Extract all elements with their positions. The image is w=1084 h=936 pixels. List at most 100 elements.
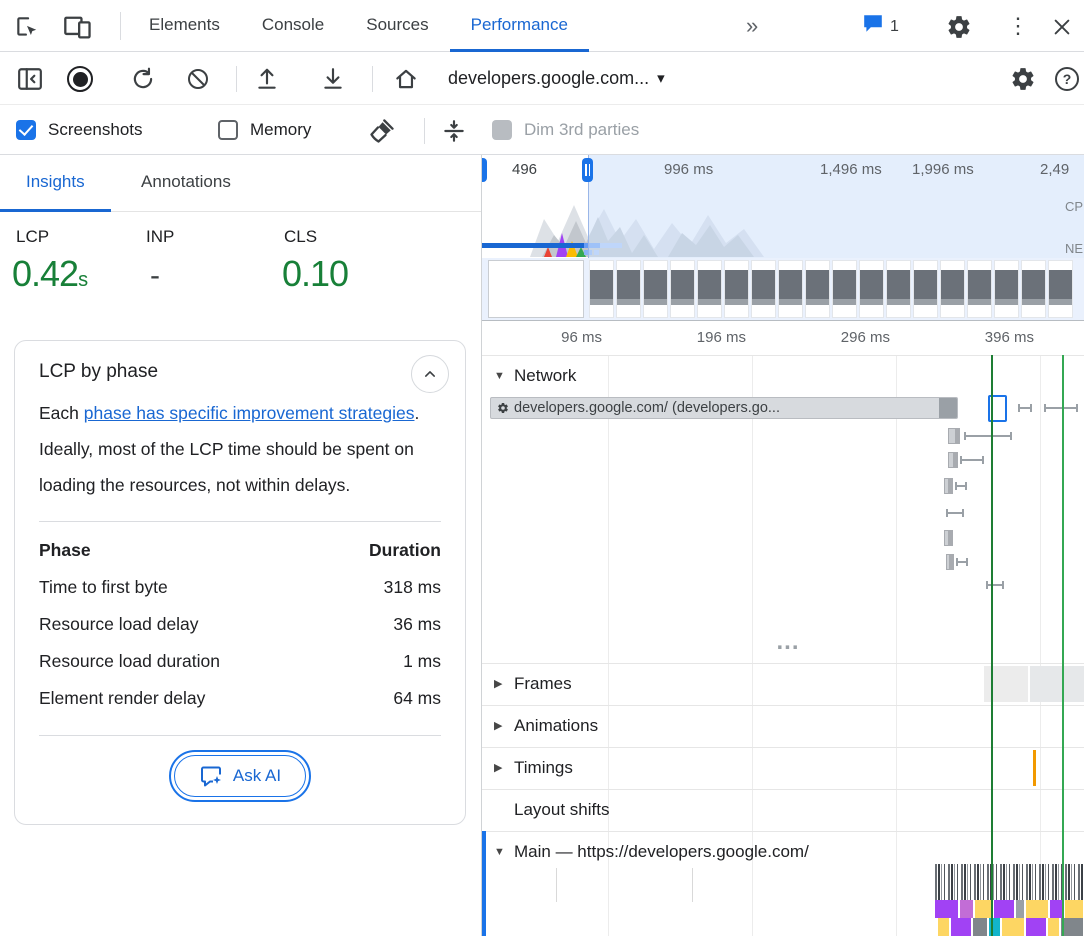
screenshot-thumbnail[interactable] <box>589 260 614 318</box>
tab-annotations[interactable]: Annotations <box>115 155 257 209</box>
frame-block[interactable] <box>1030 666 1084 702</box>
tab-sources[interactable]: Sources <box>345 0 449 52</box>
lcp-by-phase-card: LCP by phase Each phase has specific imp… <box>14 340 466 825</box>
screenshots-label[interactable]: Screenshots <box>48 105 143 155</box>
screenshot-thumbnail[interactable] <box>886 260 911 318</box>
ask-ai-button[interactable]: Ask AI <box>174 755 306 797</box>
metric-cls-value[interactable]: 0.10 <box>282 253 348 295</box>
network-request-bar[interactable]: developers.google.com/ (developers.go... <box>490 397 958 419</box>
flame-segment[interactable] <box>1065 900 1084 918</box>
panel-settings-gear-icon[interactable] <box>1008 64 1038 94</box>
settings-gear-icon[interactable] <box>944 12 974 42</box>
upload-profile-icon[interactable] <box>252 64 282 94</box>
flame-segment[interactable] <box>938 918 950 936</box>
flame-segment[interactable] <box>1061 918 1084 936</box>
network-request-mini[interactable] <box>944 478 953 494</box>
screenshot-thumbnail[interactable] <box>805 260 830 318</box>
clear-icon[interactable] <box>184 66 212 92</box>
flame-segment[interactable] <box>1048 918 1060 936</box>
network-request-mini[interactable] <box>946 554 954 570</box>
screenshot-thumbnail[interactable] <box>670 260 695 318</box>
flame-segment[interactable] <box>994 900 1015 918</box>
record-icon[interactable] <box>66 65 94 93</box>
event-marker-line <box>1062 355 1064 936</box>
expand-track-icon[interactable] <box>494 663 502 705</box>
memory-label[interactable]: Memory <box>250 105 311 155</box>
shrink-rows-icon[interactable] <box>438 116 470 146</box>
issues-counter[interactable]: 1 <box>862 13 899 40</box>
toggle-sidebar-icon[interactable] <box>14 65 46 93</box>
ruler-tick: 196 ms <box>674 329 746 346</box>
download-profile-icon[interactable] <box>318 64 348 94</box>
issues-count: 1 <box>890 18 899 36</box>
collapse-track-icon[interactable] <box>494 831 505 873</box>
screenshot-thumbnail[interactable] <box>967 260 992 318</box>
track-timings[interactable]: Timings <box>482 747 1084 789</box>
flame-segment[interactable] <box>1016 900 1025 918</box>
track-layout-shifts[interactable]: Layout shifts <box>482 789 1084 831</box>
timing-marker[interactable] <box>1033 750 1036 786</box>
screenshot-thumbnail[interactable] <box>751 260 776 318</box>
flame-segment[interactable] <box>1026 918 1047 936</box>
selection-right-handle[interactable] <box>582 158 593 182</box>
screenshot-thumbnail[interactable] <box>994 260 1019 318</box>
screenshot-thumbnail[interactable] <box>913 260 938 318</box>
inspect-element-icon[interactable] <box>12 12 42 42</box>
kebab-menu-icon[interactable] <box>1004 10 1032 42</box>
flame-segment[interactable] <box>973 918 988 936</box>
home-icon[interactable] <box>390 64 422 94</box>
screenshot-thumbnail-blank[interactable] <box>488 260 584 318</box>
memory-checkbox[interactable] <box>218 120 238 140</box>
collapse-track-icon[interactable] <box>494 355 505 397</box>
tab-console[interactable]: Console <box>241 0 345 52</box>
page-selector-dropdown[interactable]: developers.google.com... <box>448 52 665 104</box>
screenshot-thumbnail[interactable] <box>697 260 722 318</box>
flame-segment[interactable] <box>951 918 972 936</box>
tab-performance[interactable]: Performance <box>450 0 589 52</box>
flame-segment[interactable] <box>935 900 959 918</box>
network-request-mini[interactable] <box>948 428 960 444</box>
screenshot-thumbnail[interactable] <box>643 260 668 318</box>
tab-insights[interactable]: Insights <box>0 155 111 212</box>
request-whisker <box>986 584 1004 586</box>
toolbar-divider <box>424 118 425 144</box>
flame-segment[interactable] <box>1026 900 1049 918</box>
track-animations[interactable]: Animations <box>482 705 1084 747</box>
performance-options-bar: Screenshots Memory Dim 3rd parties <box>0 105 1084 155</box>
flame-segment[interactable] <box>960 900 974 918</box>
request-whisker <box>956 561 968 563</box>
dim-3rd-parties-checkbox[interactable] <box>492 120 512 140</box>
insights-sidebar: Insights Annotations LCP INP CLS 0.42s -… <box>0 155 482 936</box>
tab-elements[interactable]: Elements <box>128 0 241 52</box>
expand-track-icon[interactable] <box>494 747 502 789</box>
screenshot-thumbnail[interactable] <box>616 260 641 318</box>
track-network[interactable]: Network <box>482 355 1084 397</box>
network-request-mini[interactable] <box>948 452 958 468</box>
screenshot-thumbnail[interactable] <box>832 260 857 318</box>
expand-track-icon[interactable] <box>494 705 502 747</box>
screenshot-thumbnail[interactable] <box>724 260 749 318</box>
filmstrip-thumbnails[interactable] <box>589 260 1073 318</box>
flame-gridline <box>556 868 557 902</box>
screenshot-thumbnail[interactable] <box>1021 260 1046 318</box>
main-track-accent-bar <box>482 831 486 936</box>
more-tabs-chevron-icon[interactable]: » <box>746 0 758 52</box>
network-request-mini[interactable] <box>944 530 953 546</box>
collapse-card-icon[interactable] <box>411 355 449 393</box>
collect-garbage-icon[interactable] <box>366 116 398 146</box>
help-icon[interactable]: ? <box>1054 66 1080 92</box>
selection-left-handle[interactable] <box>482 158 487 182</box>
screenshot-thumbnail[interactable] <box>778 260 803 318</box>
metric-lcp-value[interactable]: 0.42s <box>12 253 88 295</box>
screenshots-checkbox[interactable] <box>16 120 36 140</box>
screenshot-thumbnail[interactable] <box>1048 260 1073 318</box>
reload-and-record-icon[interactable] <box>128 65 158 93</box>
flame-segment[interactable] <box>1002 918 1025 936</box>
screenshot-thumbnail[interactable] <box>859 260 884 318</box>
improvement-strategies-link[interactable]: phase has specific improvement strategie… <box>84 403 415 423</box>
screenshot-thumbnail[interactable] <box>940 260 965 318</box>
timeline-overview[interactable]: 496 996 ms 1,496 ms 1,996 ms 2,49 CP NE <box>482 155 1084 322</box>
close-devtools-icon[interactable] <box>1046 12 1078 42</box>
device-toolbar-icon[interactable] <box>60 12 96 42</box>
show-more-requests[interactable]: ... <box>768 632 808 652</box>
